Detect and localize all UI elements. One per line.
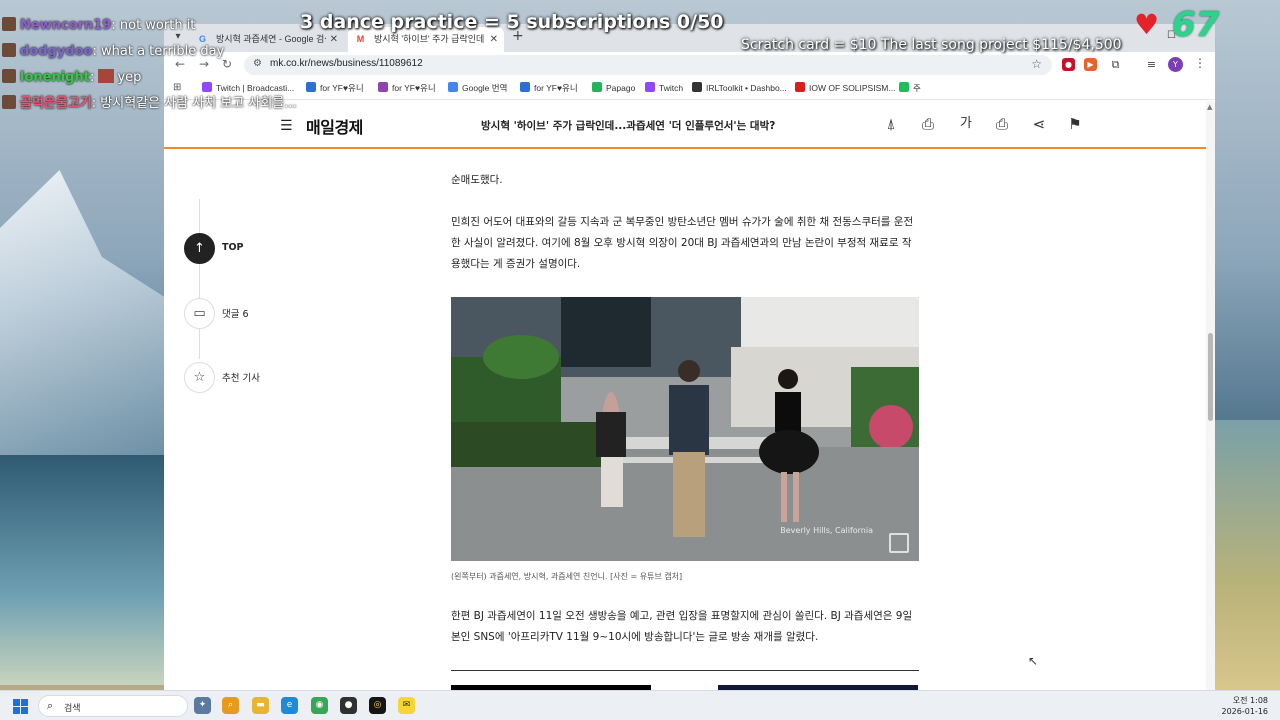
- translate-icon[interactable]: ⎙: [917, 113, 939, 135]
- section-divider: [451, 670, 919, 671]
- chat-username: 골먹은물고기: [20, 96, 92, 111]
- bookmark-icon: [645, 82, 655, 92]
- taskbar-search-label: 검색: [64, 704, 81, 714]
- photo-watermark: Beverly Hills, California: [780, 526, 873, 535]
- bookmark-label: IOW OF SOLIPSISM...: [809, 83, 896, 93]
- extensions-puzzle-icon[interactable]: ⧉: [1109, 58, 1122, 71]
- wallpaper-mountain: [0, 170, 170, 460]
- bookmark-label: Google 번역: [462, 83, 508, 93]
- photo-caption: (왼쪽부터) 과즙세연, 방시혁, 과즙세연 친언니. [사진 = 유튜브 캡처…: [451, 572, 683, 581]
- clock-time: 오전 1:08: [1232, 696, 1268, 705]
- article-photo: Beverly Hills, California: [451, 297, 919, 561]
- chat-message: lonenight: yep: [0, 66, 420, 92]
- rail-recommended-label[interactable]: 추천 기사: [222, 370, 260, 384]
- taskbar: ⌕ 검색 ✦ ⌕ ▬ e ◉ ● ◎ ✉ 오전 1:08 2026-01-16: [0, 690, 1280, 720]
- bookmark-icon: [520, 82, 530, 92]
- browser-menu-icon[interactable]: ⋮: [1194, 56, 1206, 70]
- clock-date: 2026-01-16: [1221, 707, 1269, 716]
- print-icon[interactable]: ⎙: [991, 113, 1013, 135]
- bookmark-icon[interactable]: ⚑: [1064, 113, 1086, 135]
- bookmark-icon: [899, 82, 909, 92]
- chat-badge-icon: [2, 69, 16, 83]
- taskbar-search[interactable]: ⌕ 검색: [38, 695, 188, 717]
- mouse-cursor-icon: ↖: [1028, 654, 1039, 668]
- browser-window: ▾ G 방시혁 과즙세연 - Google 검색 ✕ M 방시혁 '하이브' 주…: [164, 24, 1215, 690]
- comments-icon[interactable]: ▭: [184, 298, 215, 329]
- bookmark-icon: [592, 82, 602, 92]
- reading-list-icon[interactable]: ≡: [1145, 58, 1158, 71]
- chat-username: Newncorn19: [20, 18, 112, 33]
- recommend-star-icon[interactable]: ☆: [184, 362, 215, 393]
- extension-icon[interactable]: ▶: [1084, 58, 1097, 71]
- chat-badge-icon: [2, 17, 16, 31]
- chat-message: 골먹은물고기: 방시혁같은 사람 사치 보고 사회를...: [0, 92, 420, 118]
- windows-start-icon[interactable]: [13, 699, 28, 714]
- bookmark-item[interactable]: Papago: [592, 82, 635, 93]
- chat-username: lonenight: [20, 70, 90, 85]
- rail-comments-label[interactable]: 댓글 6: [222, 306, 249, 320]
- bookmark-item[interactable]: Google 번역: [448, 82, 507, 94]
- stream-goal-text: 3 dance practice = 5 subscriptions 0/50: [300, 11, 724, 33]
- wallpaper-lake: [0, 455, 170, 685]
- street-photo-illustration: [451, 297, 919, 561]
- heart-icon: ♥: [1134, 8, 1160, 41]
- bookmark-label: Twitch: [659, 83, 684, 93]
- tts-icon[interactable]: ⍋: [880, 113, 902, 135]
- profile-avatar[interactable]: Y: [1168, 57, 1183, 72]
- chat-username: dodgydoo: [20, 44, 93, 59]
- bookmark-item[interactable]: for YF♥유니: [520, 82, 578, 94]
- article-paragraph: 한편 BJ 과즙세연이 11일 오전 생방송을 예고, 관련 입장을 표명할지에…: [451, 610, 913, 643]
- like-counter: 67: [1172, 5, 1220, 45]
- scrollbar-thumb[interactable]: [1208, 333, 1213, 421]
- edge-browser-icon[interactable]: e: [281, 697, 298, 714]
- chat-text: yep: [117, 70, 142, 85]
- scroll-up-icon[interactable]: ▲: [1207, 103, 1212, 111]
- rail-top-label[interactable]: TOP: [222, 242, 244, 253]
- bookmark-icon: [692, 82, 702, 92]
- chat-badge-icon: [2, 95, 16, 109]
- chat-emote-icon: [98, 69, 115, 83]
- header-article-title: 방시혁 '하이브' 주가 급락인데...과즙세연 '더 인플루언서'는 대박?: [481, 120, 776, 132]
- bookmark-item[interactable]: Twitch: [645, 82, 683, 93]
- bookmark-label: 주: [913, 83, 921, 93]
- wallpaper-hill: [1210, 420, 1280, 690]
- article-paragraph: 순매도했다.: [451, 174, 503, 186]
- scroll-top-button[interactable]: ↑: [184, 233, 215, 264]
- obs-app-icon[interactable]: ◎: [369, 697, 386, 714]
- chat-badge-icon: [2, 43, 16, 57]
- search-app-icon[interactable]: ⌕: [222, 697, 239, 714]
- bookmark-item[interactable]: 주: [899, 82, 921, 94]
- share-icon[interactable]: ⋖: [1028, 113, 1050, 135]
- chrome-icon[interactable]: ◉: [311, 697, 328, 714]
- page-viewport: ☰ 매일경제 방시혁 '하이브' 주가 급락인데...과즙세연 '더 인플루언서…: [164, 101, 1215, 690]
- bookmark-item[interactable]: IOW OF SOLIPSISM...: [795, 82, 895, 93]
- kakaotalk-icon[interactable]: ✉: [398, 697, 415, 714]
- bookmark-item[interactable]: IRLToolkit • Dashbo...: [692, 82, 787, 93]
- system-clock[interactable]: 오전 1:08 2026-01-16: [1222, 695, 1269, 717]
- app-icon[interactable]: ●: [340, 697, 357, 714]
- menu-hamburger-icon[interactable]: ☰: [280, 118, 293, 134]
- bookmark-star-icon[interactable]: ☆: [1031, 57, 1042, 71]
- copilot-icon[interactable]: ✦: [194, 697, 211, 714]
- bookmark-icon: [448, 82, 458, 92]
- file-explorer-icon[interactable]: ▬: [252, 697, 269, 714]
- bookmark-icon: [795, 82, 805, 92]
- chat-text: 방시혁같은 사람 사치 보고 사회를...: [100, 96, 297, 111]
- stream-goal-text: Scratch card = $10 The last song project…: [741, 37, 1122, 53]
- page-scrollbar[interactable]: ▲: [1206, 101, 1215, 690]
- chat-text: what a terrible day: [101, 44, 225, 59]
- font-size-icon[interactable]: 가: [955, 113, 977, 135]
- chat-message: dodgydoo: what a terrible day: [0, 40, 420, 66]
- bookmark-label: Papago: [606, 83, 636, 93]
- bookmark-label: IRLToolkit • Dashbo...: [706, 83, 787, 93]
- article-paragraph: 민희진 어도어 대표와의 갈등 지속과 군 복무중인 방탄소년단 멤버 슈가가 …: [451, 216, 914, 270]
- rail-line: [199, 199, 200, 359]
- search-icon: ⌕: [47, 699, 54, 712]
- bookmark-label: for YF♥유니: [534, 83, 578, 93]
- expand-icon[interactable]: [889, 533, 909, 553]
- chat-text: not worth it: [119, 18, 196, 33]
- extension-icon[interactable]: ●: [1062, 58, 1075, 71]
